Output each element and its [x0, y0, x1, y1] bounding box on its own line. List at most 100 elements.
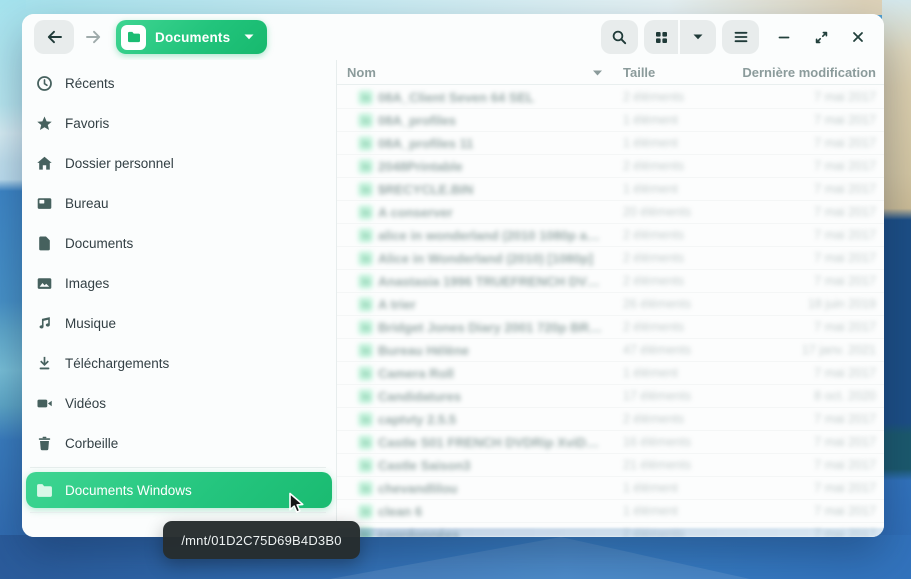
file-row[interactable]: 08A_profiles 11 1 élément 7 mai 2017 — [337, 132, 884, 155]
arrow-right-icon — [85, 29, 102, 45]
sidebar-item-favorites[interactable]: Favoris — [22, 103, 336, 143]
file-modified-date: 7 mai 2017 — [814, 228, 876, 242]
sidebar-item-label: Musique — [65, 316, 116, 331]
file-size: 1 élément — [623, 182, 678, 196]
forward-button[interactable] — [78, 20, 108, 54]
sidebar-item-desktop[interactable]: Bureau — [22, 183, 336, 223]
sidebar-item-label: Favoris — [65, 116, 109, 131]
main-menu-button[interactable] — [722, 20, 759, 54]
file-modified-date: 7 mai 2017 — [814, 136, 876, 150]
file-size: 2 éléments — [623, 274, 684, 288]
folder-icon — [358, 481, 373, 496]
sidebar-separator — [30, 467, 326, 468]
file-row[interactable]: Anastasia 1996 TRUEFRENCH DV… 2 éléments… — [337, 270, 884, 293]
location-button[interactable]: Documents — [116, 20, 267, 54]
file-rows: 08A_Client Seven 64 SEL 2 éléments 7 mai… — [337, 86, 884, 537]
file-row[interactable]: Candidatures 17 éléments 8 oct. 2020 — [337, 385, 884, 408]
file-name: captvty 2.5.5 — [378, 412, 456, 427]
file-row[interactable]: A trier 26 éléments 18 juin 2019 — [337, 293, 884, 316]
file-row[interactable]: Alice in Wonderland (2010) [1080p] 2 élé… — [337, 247, 884, 270]
file-row[interactable]: alice in wonderland (2010 1080p a… 2 élé… — [337, 224, 884, 247]
location-label: Documents — [155, 30, 230, 45]
file-size: 1 élément — [623, 481, 678, 495]
view-options-button[interactable] — [680, 20, 716, 54]
sidebar-item-label: Documents — [65, 236, 133, 251]
sidebar-item-downloads[interactable]: Téléchargements — [22, 343, 336, 383]
list-column-headers: Nom Taille Dernière modification — [337, 60, 884, 85]
file-modified-date: 18 juin 2019 — [808, 297, 876, 311]
file-row[interactable]: Bridget Jones Diary 2001 720p BR… 2 élém… — [337, 316, 884, 339]
file-size: 16 éléments — [623, 435, 691, 449]
back-button[interactable] — [34, 20, 74, 54]
file-size: 2 éléments — [623, 412, 684, 426]
view-split-button — [644, 20, 716, 54]
wallpaper-right — [882, 0, 911, 579]
close-button[interactable] — [846, 25, 870, 49]
desktop: Documents — [0, 0, 911, 579]
file-row[interactable]: Bureau Hélène 47 éléments 17 janv. 2021 — [337, 339, 884, 362]
file-row[interactable]: clean 6 1 élément 7 mai 2017 — [337, 500, 884, 523]
file-row[interactable]: 2048Printable 2 éléments 7 mai 2017 — [337, 155, 884, 178]
home-icon — [36, 155, 53, 172]
file-name: Alice in Wonderland (2010) [1080p] — [378, 251, 593, 266]
file-modified-date: 7 mai 2017 — [814, 113, 876, 127]
sidebar-item-recents[interactable]: Récents — [22, 63, 336, 103]
sidebar-item-pictures[interactable]: Images — [22, 263, 336, 303]
file-modified-date: 7 mai 2017 — [814, 90, 876, 104]
file-name: chevandlilou — [378, 481, 457, 496]
file-size: 1 élément — [623, 504, 678, 518]
minimize-button[interactable] — [772, 25, 796, 49]
arrow-left-icon — [46, 29, 63, 45]
sidebar-item-home[interactable]: Dossier personnel — [22, 143, 336, 183]
clock-icon — [36, 75, 53, 92]
file-modified-date: 8 oct. 2020 — [814, 389, 876, 403]
file-modified-date: 7 mai 2017 — [814, 435, 876, 449]
file-name: Castle Saison3 — [378, 458, 471, 473]
file-modified-date: 7 mai 2017 — [814, 274, 876, 288]
grid-view-icon — [654, 30, 669, 45]
sidebar-item-trash[interactable]: Corbeille — [22, 423, 336, 463]
file-modified-date: 7 mai 2017 — [814, 412, 876, 426]
close-icon — [851, 30, 865, 44]
folder-icon — [358, 504, 373, 519]
sidebar: Récents Favoris Dossier personnel — [22, 60, 337, 537]
file-size: 26 éléments — [623, 297, 691, 311]
file-row[interactable]: Castle Saison3 21 éléments 7 mai 2017 — [337, 454, 884, 477]
file-row[interactable]: A conserver 20 éléments 7 mai 2017 — [337, 201, 884, 224]
file-row[interactable]: Camera Roll 1 élément 7 mai 2017 — [337, 362, 884, 385]
maximize-button[interactable] — [809, 25, 833, 49]
column-header-name[interactable]: Nom — [347, 65, 376, 80]
file-row[interactable]: 08A_Client Seven 64 SEL 2 éléments 7 mai… — [337, 86, 884, 109]
sidebar-item-label: Dossier personnel — [65, 156, 174, 171]
file-list: Nom Taille Dernière modification — [337, 60, 884, 537]
sidebar-item-label: Documents Windows — [65, 483, 192, 498]
file-name: Anastasia 1996 TRUEFRENCH DV… — [378, 274, 600, 289]
folder-icon — [358, 389, 373, 404]
image-icon — [36, 275, 53, 292]
sidebar-item-videos[interactable]: Vidéos — [22, 383, 336, 423]
file-row[interactable]: 08A_profiles 1 élément 7 mai 2017 — [337, 109, 884, 132]
chevron-down-icon — [243, 33, 255, 41]
column-header-modified[interactable]: Dernière modification — [742, 65, 876, 80]
file-size: 2 éléments — [623, 320, 684, 334]
search-button[interactable] — [601, 20, 638, 54]
file-size: 2 éléments — [623, 159, 684, 173]
star-icon — [36, 115, 53, 132]
folder-icon — [358, 297, 373, 312]
file-row[interactable]: captvty 2.5.5 2 éléments 7 mai 2017 — [337, 408, 884, 431]
sidebar-item-music[interactable]: Musique — [22, 303, 336, 343]
file-row[interactable]: $RECYCLE.BIN 1 élément 7 mai 2017 — [337, 178, 884, 201]
sidebar-item-documents[interactable]: Documents — [22, 223, 336, 263]
file-size: 20 éléments — [623, 205, 691, 219]
file-modified-date: 7 mai 2017 — [814, 182, 876, 196]
document-icon — [36, 235, 53, 252]
file-size: 2 éléments — [623, 90, 684, 104]
file-modified-date: 7 mai 2017 — [814, 504, 876, 518]
file-name: A trier — [378, 297, 416, 312]
column-header-size[interactable]: Taille — [623, 65, 655, 80]
folder-icon — [358, 205, 373, 220]
sidebar-item-label: Téléchargements — [65, 356, 169, 371]
file-row[interactable]: Castle S01 FRENCH DVDRip XviD… 16 élémen… — [337, 431, 884, 454]
file-row[interactable]: chevandlilou 1 élément 7 mai 2017 — [337, 477, 884, 500]
grid-view-button[interactable] — [644, 20, 680, 54]
